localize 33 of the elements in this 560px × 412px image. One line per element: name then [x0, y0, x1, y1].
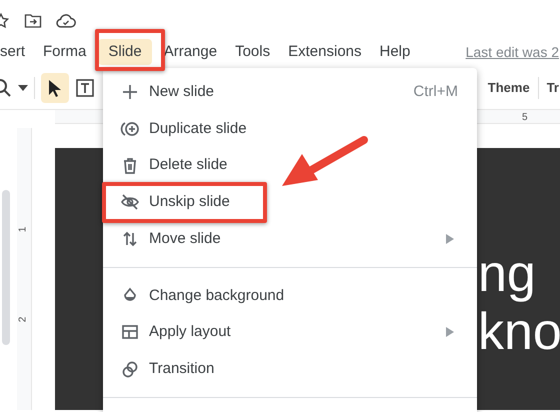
select-tool-button[interactable] [41, 72, 69, 102]
transition-icon [120, 359, 140, 380]
menu-item[interactable]: Slide [98, 39, 152, 65]
menu-item[interactable]: Forma [37, 39, 92, 65]
menu-item[interactable]: Tools [229, 39, 276, 65]
cloud-icon[interactable] [56, 13, 76, 29]
scrollbar[interactable] [2, 190, 10, 345]
menu-item[interactable]: Extensions [282, 39, 368, 65]
zoom-icon[interactable] [0, 78, 12, 98]
last-edit-link[interactable]: Last edit was 2 [466, 42, 559, 62]
menu-option[interactable]: Change background [103, 277, 477, 314]
slide-text: kno [478, 306, 560, 358]
menu-option[interactable]: New slide Ctrl+M [103, 74, 477, 111]
menu-option[interactable]: Move slide [103, 220, 477, 258]
ruler-number: 2 [16, 316, 30, 322]
slide-text: ng [478, 248, 536, 300]
caret-icon[interactable] [18, 84, 28, 90]
highlight-box [95, 29, 165, 71]
menu-item[interactable]: sert [0, 39, 32, 65]
ruler-number: 5 [522, 111, 528, 125]
ruler-number: 1 [16, 226, 30, 232]
menu-option[interactable]: Transition [103, 350, 477, 388]
toolbar-button[interactable]: Theme [488, 78, 530, 98]
eye-slash-icon [120, 192, 140, 212]
menu-option[interactable]: Duplicate slide [103, 110, 477, 148]
menu-option[interactable]: Apply layout [103, 314, 477, 351]
toolbar-button[interactable]: Tr [546, 78, 559, 98]
menu-item[interactable]: Help [374, 39, 416, 65]
move-to-folder-icon[interactable] [24, 13, 42, 29]
menu-item[interactable]: Arrange [158, 39, 224, 65]
pointer-icon [48, 78, 62, 96]
text-box-icon[interactable] [75, 78, 95, 98]
menu-option[interactable]: Delete slide [103, 147, 477, 184]
